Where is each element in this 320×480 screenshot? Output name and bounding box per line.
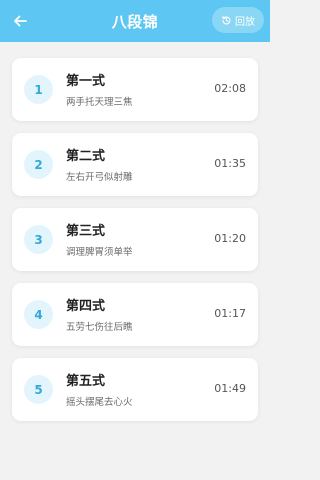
arrow-left-icon	[14, 15, 27, 27]
back-button[interactable]	[8, 9, 32, 33]
page-title: 八段锦	[111, 12, 159, 31]
exercise-number-badge: 1	[24, 75, 53, 104]
exercise-number-badge: 5	[24, 375, 53, 404]
exercise-description: 左右开弓似射雕	[66, 172, 133, 183]
exercise-list: 1 第一式 两手托天理三焦 02:08 2 第二式 左右开弓似射雕 01:35 …	[12, 58, 258, 433]
exercise-description: 五劳七伤往后瞧	[66, 322, 133, 333]
exercise-card-2[interactable]: 2 第二式 左右开弓似射雕 01:35	[12, 133, 258, 196]
exercise-duration: 02:08	[214, 82, 246, 95]
exercise-name: 第三式	[66, 224, 106, 239]
exercise-description: 调理脾胃须单举	[66, 247, 133, 258]
exercise-name: 第五式	[66, 374, 106, 389]
exercise-card-1[interactable]: 1 第一式 两手托天理三焦 02:08	[12, 58, 258, 121]
exercise-name: 第二式	[66, 149, 106, 164]
exercise-number-badge: 3	[24, 225, 53, 254]
exercise-duration: 01:35	[214, 157, 246, 170]
exercise-name: 第四式	[66, 299, 106, 314]
exercise-description: 摇头摆尾去心火	[66, 397, 133, 408]
replay-button[interactable]: 回放	[212, 7, 264, 33]
exercise-duration: 01:17	[214, 307, 246, 320]
exercise-description: 两手托天理三焦	[66, 97, 133, 108]
exercise-card-3[interactable]: 3 第三式 调理脾胃须单举 01:20	[12, 208, 258, 271]
exercise-duration: 01:49	[214, 382, 246, 395]
exercise-card-5[interactable]: 5 第五式 摇头摆尾去心火 01:49	[12, 358, 258, 421]
exercise-number-badge: 2	[24, 150, 53, 179]
app-header: 八段锦 回放	[0, 0, 270, 42]
exercise-name: 第一式	[66, 74, 106, 89]
exercise-duration: 01:20	[214, 232, 246, 245]
replay-label: 回放	[235, 16, 255, 28]
exercise-card-4[interactable]: 4 第四式 五劳七伤往后瞧 01:17	[12, 283, 258, 346]
exercise-number-badge: 4	[24, 300, 53, 329]
history-icon	[222, 15, 231, 24]
